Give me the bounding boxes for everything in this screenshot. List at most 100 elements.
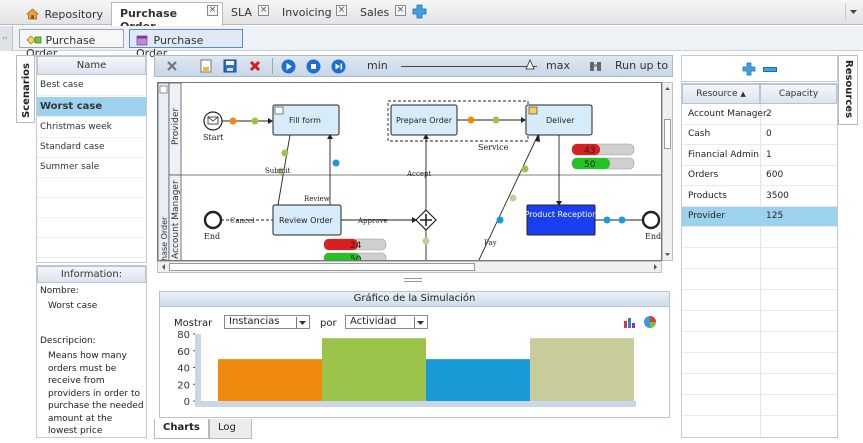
vertical-scrollbar[interactable] <box>662 82 673 261</box>
scenario-item-worst-case[interactable]: Worst case <box>37 97 146 117</box>
scenario-item-summer-sale[interactable]: Summer sale <box>37 158 146 178</box>
horizontal-scrollbar[interactable] <box>157 261 662 273</box>
table-row <box>682 291 837 311</box>
simulation-toolbar: min max Run up to <box>154 55 673 77</box>
token-dot <box>467 116 475 124</box>
resources-side-tab[interactable]: Resources <box>838 55 858 125</box>
breadcrumb-item[interactable]: Purchase Order <box>19 29 124 60</box>
save-icon[interactable] <box>223 59 237 73</box>
scroll-right-icon[interactable] <box>651 262 660 272</box>
close-tab-icon[interactable]: × <box>395 5 406 16</box>
token-dot <box>492 116 500 124</box>
tab-log[interactable]: Log <box>209 419 252 439</box>
tab-invoicing[interactable]: Invoicing <box>274 2 340 24</box>
resource-capacity[interactable]: 2 <box>766 109 772 119</box>
dropdown-divider <box>296 317 297 328</box>
resource-capacity[interactable]: 1 <box>766 150 772 160</box>
close-tab-icon[interactable]: × <box>336 5 347 16</box>
tab-sla[interactable]: SLA <box>223 2 260 24</box>
resource-name: Financial Admin <box>688 150 759 160</box>
token-dot <box>509 194 517 202</box>
scenario-list-header[interactable]: Name <box>37 56 146 75</box>
scroll-down-icon[interactable] <box>663 250 672 259</box>
play-icon[interactable] <box>281 59 296 74</box>
table-row[interactable]: Products 3500 <box>682 187 837 207</box>
resource-column-header[interactable]: Resource ▲ <box>682 84 760 104</box>
scenario-item-christmas-week[interactable]: Christmas week <box>37 118 146 138</box>
table-row[interactable]: Cash 0 <box>682 125 837 145</box>
token-dot <box>496 216 504 224</box>
chart-panel: Gráfico de la Simulación Mostrar Instanc… <box>159 291 670 418</box>
y-tick-label: 80 <box>177 330 190 341</box>
close-icon[interactable] <box>165 59 179 73</box>
token-dot <box>281 149 289 157</box>
resource-capacity[interactable]: 125 <box>766 211 783 221</box>
task-prepare-order-label: Prepare Order <box>396 116 453 125</box>
close-tab-icon[interactable]: × <box>207 5 218 16</box>
lane-account-label: Account Manager <box>171 180 181 259</box>
close-tab-icon[interactable]: × <box>258 5 269 16</box>
new-document-icon[interactable] <box>199 59 213 73</box>
delete-icon[interactable] <box>248 59 262 73</box>
by-dropdown[interactable]: Actividad <box>345 315 428 329</box>
scroll-up-icon[interactable] <box>663 84 672 93</box>
counter-top-green-value: 50 <box>584 160 596 170</box>
resource-capacity[interactable]: 600 <box>766 170 783 180</box>
y-axis-rail <box>195 334 201 407</box>
speed-slider[interactable] <box>401 66 537 67</box>
tab-repository[interactable]: Repository <box>18 2 111 24</box>
chart-bar <box>322 338 426 401</box>
service-task-icon <box>528 106 538 115</box>
breadcrumb-item-active[interactable]: Purchase Order <box>129 29 243 60</box>
simulation-bar-chart: 80 60 40 20 0 <box>177 330 636 408</box>
scenario-list: Name Best case Worst case Christmas week… <box>36 55 147 263</box>
tab-charts[interactable]: Charts <box>154 419 209 439</box>
binoculars-icon[interactable] <box>589 59 602 73</box>
approve-label: Approve <box>357 217 388 225</box>
run-up-to-label[interactable]: Run up to <box>615 59 668 72</box>
resource-capacity[interactable]: 0 <box>766 129 772 139</box>
process-diagram-canvas[interactable]: Provider Account Manager hase Order Star… <box>157 82 662 261</box>
bar-chart-icon[interactable] <box>623 315 637 329</box>
show-dropdown[interactable]: Instancias <box>224 315 310 329</box>
tab-overflow-chevron-icon[interactable] <box>845 3 860 21</box>
table-row[interactable]: Account Manager 2 <box>682 105 837 125</box>
table-row <box>682 396 837 416</box>
lane-provider-label: Provider <box>171 108 181 145</box>
chevron-down-icon <box>299 321 306 325</box>
description-value: Means how many orders must be receive fr… <box>48 351 144 436</box>
scenarios-side-tab[interactable]: Scenarios <box>16 55 35 123</box>
chart-bars <box>218 338 634 401</box>
table-row-selected[interactable]: Provider 125 <box>682 207 837 227</box>
step-forward-icon[interactable] <box>331 59 346 74</box>
add-tab-icon[interactable] <box>412 4 427 19</box>
pool-label: hase Order <box>160 216 169 261</box>
name-value: Worst case <box>48 301 98 311</box>
y-tick-label: 60 <box>177 347 190 358</box>
table-row[interactable]: Financial Admin 1 <box>682 146 837 166</box>
remove-resource-icon[interactable] <box>763 67 777 72</box>
vertical-scroll-thumb[interactable] <box>664 119 671 149</box>
breadcrumb: ‹‹ Purchase Order Purchase Order <box>0 26 863 60</box>
slider-thumb[interactable] <box>525 58 535 71</box>
top-tab-bar: Repository Purchase Order × SLA × Invoic… <box>0 0 863 33</box>
capacity-column-header[interactable]: Capacity <box>760 84 837 104</box>
add-resource-icon[interactable] <box>742 62 756 76</box>
scenario-item-standard-case[interactable]: Standard case <box>37 138 146 158</box>
dropdown-divider <box>414 317 415 328</box>
chart-panel-title: Gráfico de la Simulación <box>160 292 669 307</box>
splitter-handle[interactable] <box>404 278 422 282</box>
panel-collapse-icon[interactable]: ‹‹ <box>0 26 13 51</box>
stop-icon[interactable] <box>306 59 321 74</box>
scroll-left-icon[interactable] <box>159 262 168 272</box>
tab-sales[interactable]: Sales <box>352 2 397 24</box>
horizontal-scroll-thumb[interactable] <box>169 263 475 271</box>
scenario-item-best-case[interactable]: Best case <box>37 76 146 96</box>
resource-column-label: Resource <box>696 89 738 99</box>
table-row[interactable]: Orders 600 <box>682 166 837 186</box>
resource-capacity[interactable]: 3500 <box>766 191 789 201</box>
pie-chart-icon[interactable] <box>643 315 657 329</box>
pool-collapse-icon <box>159 85 168 94</box>
counter-bottom-red-value: 24 <box>350 241 362 251</box>
chart-bar <box>218 359 322 401</box>
